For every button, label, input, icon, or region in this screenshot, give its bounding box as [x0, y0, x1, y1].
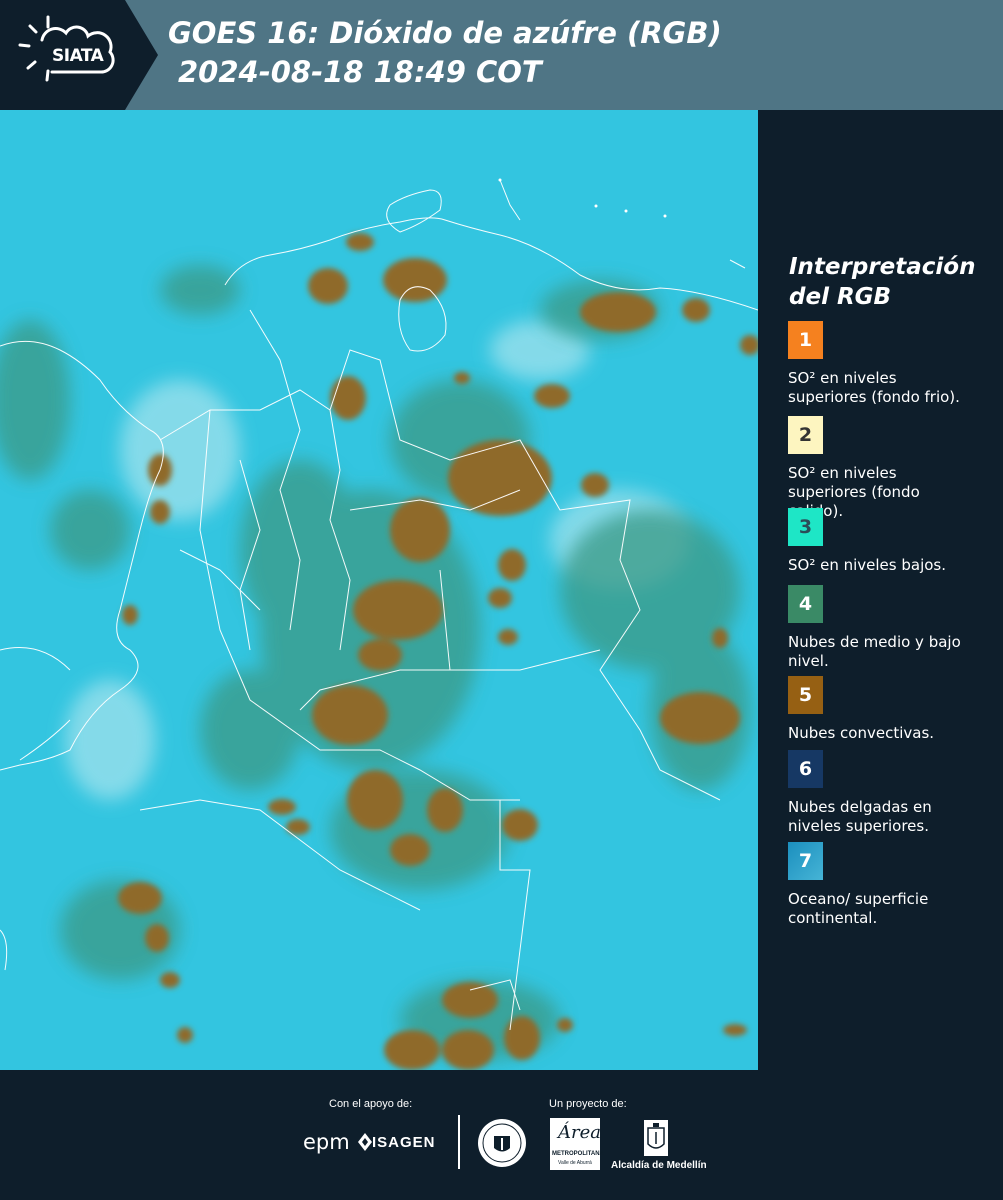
- legend-swatch-3: 3: [788, 508, 823, 546]
- legend-label-7: Oceano/ superficie continental.: [788, 890, 929, 927]
- alcaldia-label: Alcaldía de Medellín: [611, 1160, 707, 1171]
- footer-divider: [458, 1115, 460, 1169]
- epm-logo: epm: [303, 1130, 350, 1154]
- support-label: Con el apoyo de:: [329, 1098, 413, 1110]
- legend-swatch-6: 6: [788, 750, 823, 788]
- medellin-seal-icon: [478, 1119, 526, 1167]
- legend-item-5: 5 Nubes convectivas.: [788, 676, 988, 743]
- legend-item-7: 7 Oceano/ superficie continental.: [788, 842, 988, 928]
- legend-title: Interpretación del RGB: [789, 254, 976, 310]
- legend-swatch-7: 7: [788, 842, 823, 880]
- legend-swatch-1: 1: [788, 321, 823, 359]
- legend-label-6: Nubes delgadas en niveles superiores.: [788, 798, 932, 835]
- isagen-logo: ISAGEN: [372, 1134, 436, 1151]
- legend-item-3: 3 SO² en niveles bajos.: [788, 508, 988, 575]
- footer: Con el apoyo de: Un proyecto de: epm ISA…: [0, 1070, 1003, 1200]
- legend-label-3: SO² en niveles bajos.: [788, 556, 947, 574]
- legend-label-4: Nubes de medio y bajo nivel.: [788, 633, 961, 670]
- header-bar: SIATA GOES 16: Dióxido de azúfre (RGB) 2…: [0, 0, 1003, 110]
- area-metropolitana-logo: Área METROPOLITANA Valle de Aburrá: [550, 1118, 604, 1170]
- legend-swatch-2: 2: [788, 416, 823, 454]
- legend-item-4: 4 Nubes de medio y bajo nivel.: [788, 585, 988, 671]
- legend-item-2: 2 SO² en niveles superiores (fondo calid…: [788, 416, 988, 521]
- siata-logo: SIATA: [0, 0, 160, 110]
- legend-swatch-4: 4: [788, 585, 823, 623]
- timestamp-title: 2024-08-18 18:49 COT: [178, 55, 542, 89]
- legend-item-6: 6 Nubes delgadas en niveles superiores.: [788, 750, 988, 836]
- legend-panel: Interpretación del RGB 1 SO² en niveles …: [758, 110, 1003, 1070]
- legend-label-5: Nubes convectivas.: [788, 724, 935, 742]
- satellite-map: [0, 110, 758, 1070]
- isagen-icon: [358, 1133, 372, 1151]
- alcaldia-crest-icon: [644, 1120, 668, 1156]
- logo-text: SIATA: [52, 46, 104, 66]
- page-title: GOES 16: Dióxido de azúfre (RGB): [168, 16, 722, 50]
- legend-item-1: 1 SO² en niveles superiores (fondo frio)…: [788, 321, 988, 407]
- project-label: Un proyecto de:: [549, 1098, 627, 1110]
- legend-label-1: SO² en niveles superiores (fondo frio).: [788, 369, 960, 406]
- legend-swatch-5: 5: [788, 676, 823, 714]
